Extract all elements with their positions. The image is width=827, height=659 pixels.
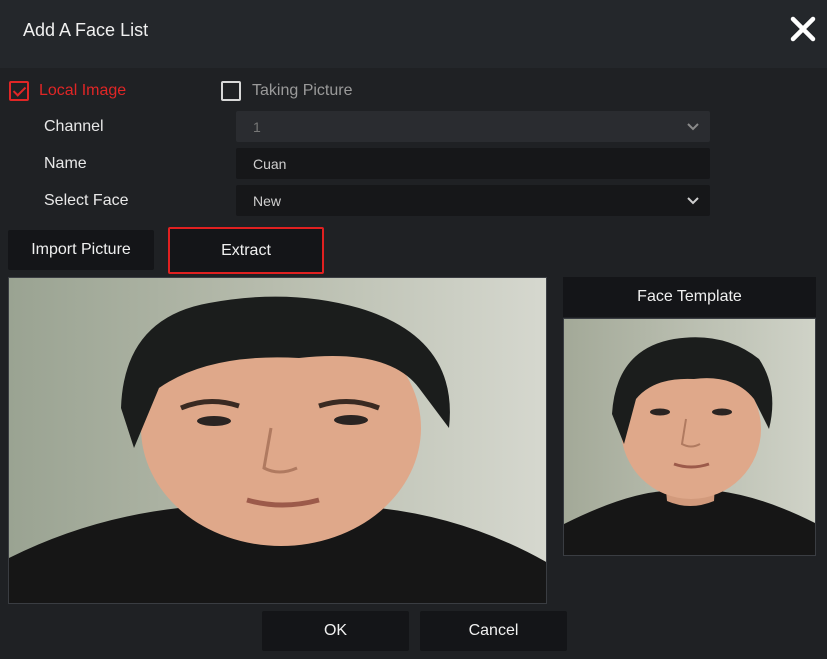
source-photo xyxy=(8,277,547,604)
chevron-down-icon xyxy=(687,197,699,205)
select-face-dropdown[interactable]: New xyxy=(236,185,710,216)
name-value: Cuan xyxy=(253,156,287,172)
select-face-label: Select Face xyxy=(44,192,129,209)
cancel-button[interactable]: Cancel xyxy=(420,611,567,651)
face-template-header: Face Template xyxy=(563,277,816,317)
channel-select: 1 xyxy=(236,111,710,142)
ok-button[interactable]: OK xyxy=(262,611,409,651)
face-template-photo xyxy=(563,318,816,556)
chevron-down-icon xyxy=(687,123,699,131)
extract-button[interactable]: Extract xyxy=(168,227,324,274)
dialog-titlebar: Add A Face List xyxy=(0,0,827,68)
name-label: Name xyxy=(44,155,87,172)
taking-picture-checkbox[interactable] xyxy=(221,81,241,101)
local-image-label[interactable]: Local Image xyxy=(39,82,126,100)
import-picture-button[interactable]: Import Picture xyxy=(8,230,154,270)
dialog-title: Add A Face List xyxy=(23,20,149,40)
channel-label: Channel xyxy=(44,118,104,135)
select-face-value: New xyxy=(253,193,282,209)
name-input[interactable]: Cuan xyxy=(236,148,710,179)
channel-value: 1 xyxy=(253,119,261,135)
taking-picture-label[interactable]: Taking Picture xyxy=(252,82,353,100)
close-icon[interactable] xyxy=(789,14,817,44)
local-image-checkbox[interactable] xyxy=(9,81,29,101)
